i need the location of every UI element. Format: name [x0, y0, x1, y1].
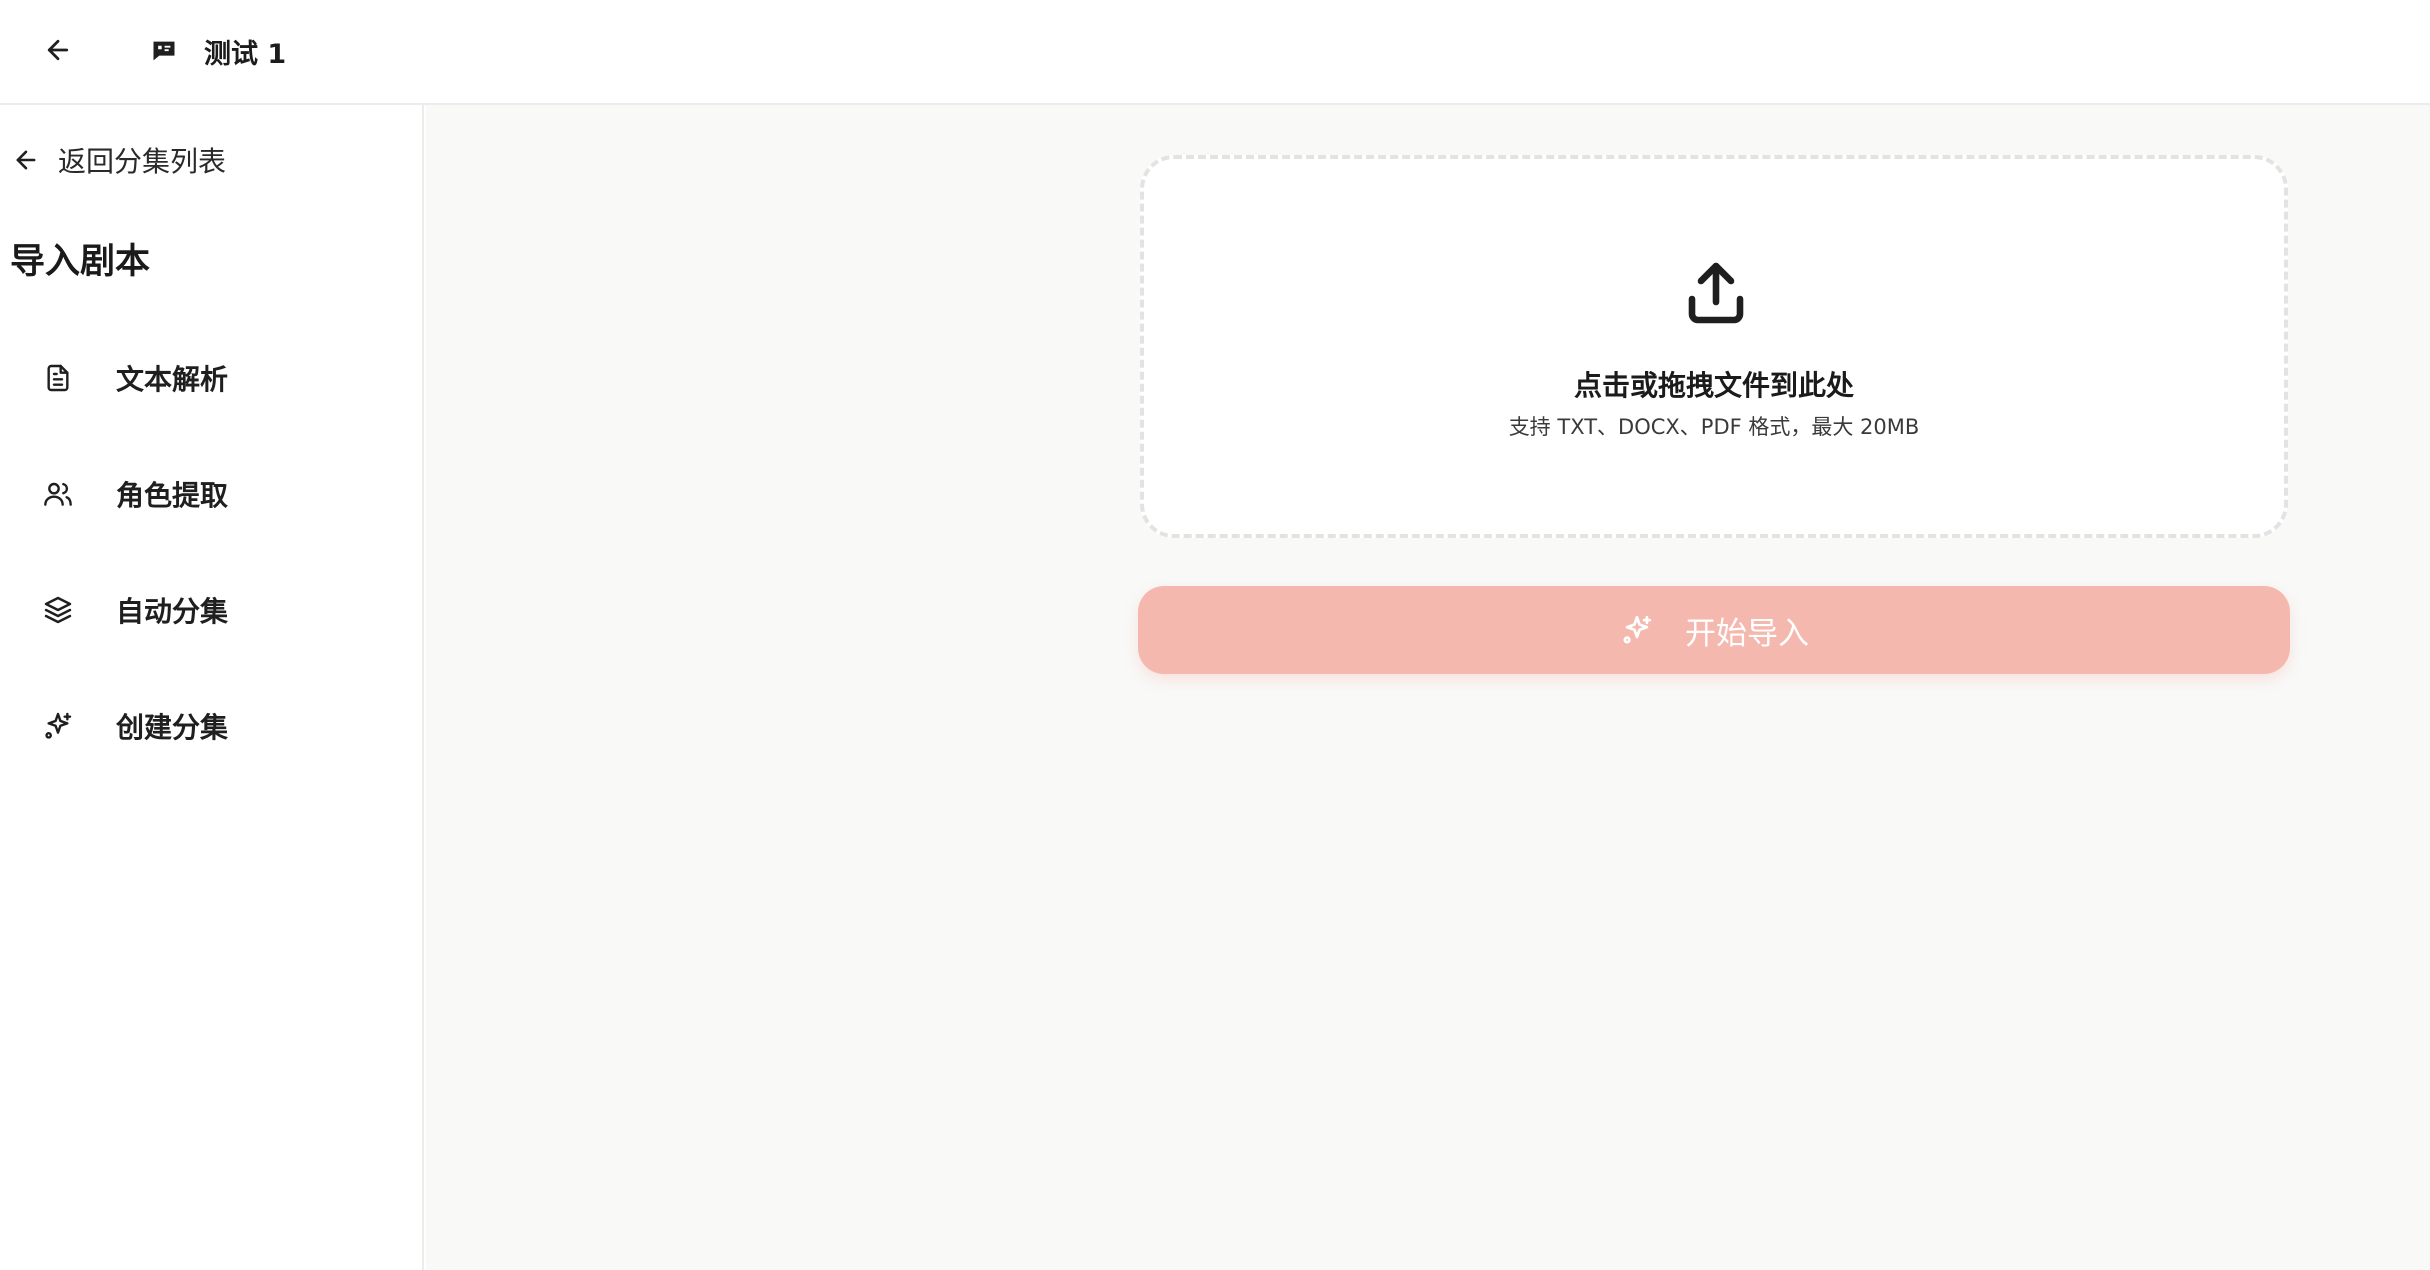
back-to-episode-list-link[interactable]: 返回分集列表: [10, 135, 226, 185]
sidebar-nav: 文本解析 角色提取 自动分集 创建分集: [40, 320, 410, 784]
arrow-left-icon: [10, 144, 42, 176]
users-icon: [40, 476, 76, 512]
dropzone-hint: 支持 TXT、DOCX、PDF 格式，最大 20MB: [1508, 415, 1920, 439]
project-title: 测试 1: [204, 38, 287, 70]
file-text-icon: [40, 360, 76, 396]
dropzone-title: 点击或拖拽文件到此处: [1573, 369, 1854, 402]
start-import-button[interactable]: 开始导入: [1138, 586, 2290, 674]
top-bar: 测试 1: [0, 0, 2430, 105]
back-button[interactable]: [38, 30, 78, 70]
sidebar-item-label: 自动分集: [116, 595, 229, 628]
arrow-left-icon: [47, 39, 69, 61]
sidebar-item-label: 角色提取: [116, 479, 229, 512]
sparkles-icon: [40, 708, 76, 744]
section-title: 导入剧本: [10, 242, 151, 282]
main-content: 点击或拖拽文件到此处 支持 TXT、DOCX、PDF 格式，最大 20MB 开始…: [426, 105, 2430, 1270]
back-link-label: 返回分集列表: [58, 145, 227, 178]
message-square-icon: [148, 35, 180, 67]
layers-icon: [40, 592, 76, 628]
sidebar-item-label: 创建分集: [116, 711, 229, 744]
sidebar-item-text-parsing[interactable]: 文本解析: [40, 320, 410, 436]
project-header: 测试 1: [148, 26, 286, 76]
upload-icon: [1688, 262, 1744, 324]
sidebar-item-auto-episodes[interactable]: 自动分集: [40, 552, 410, 668]
sidebar-item-character-extraction[interactable]: 角色提取: [40, 436, 410, 552]
sparkles-icon: [1619, 612, 1655, 648]
start-import-label: 开始导入: [1685, 615, 1809, 651]
sidebar-item-create-episodes[interactable]: 创建分集: [40, 668, 410, 784]
sidebar: 返回分集列表 导入剧本 文本解析 角色提取 自动分集 创建分集: [0, 105, 424, 1270]
file-dropzone[interactable]: 点击或拖拽文件到此处 支持 TXT、DOCX、PDF 格式，最大 20MB: [1140, 155, 2288, 538]
sidebar-item-label: 文本解析: [116, 363, 229, 396]
